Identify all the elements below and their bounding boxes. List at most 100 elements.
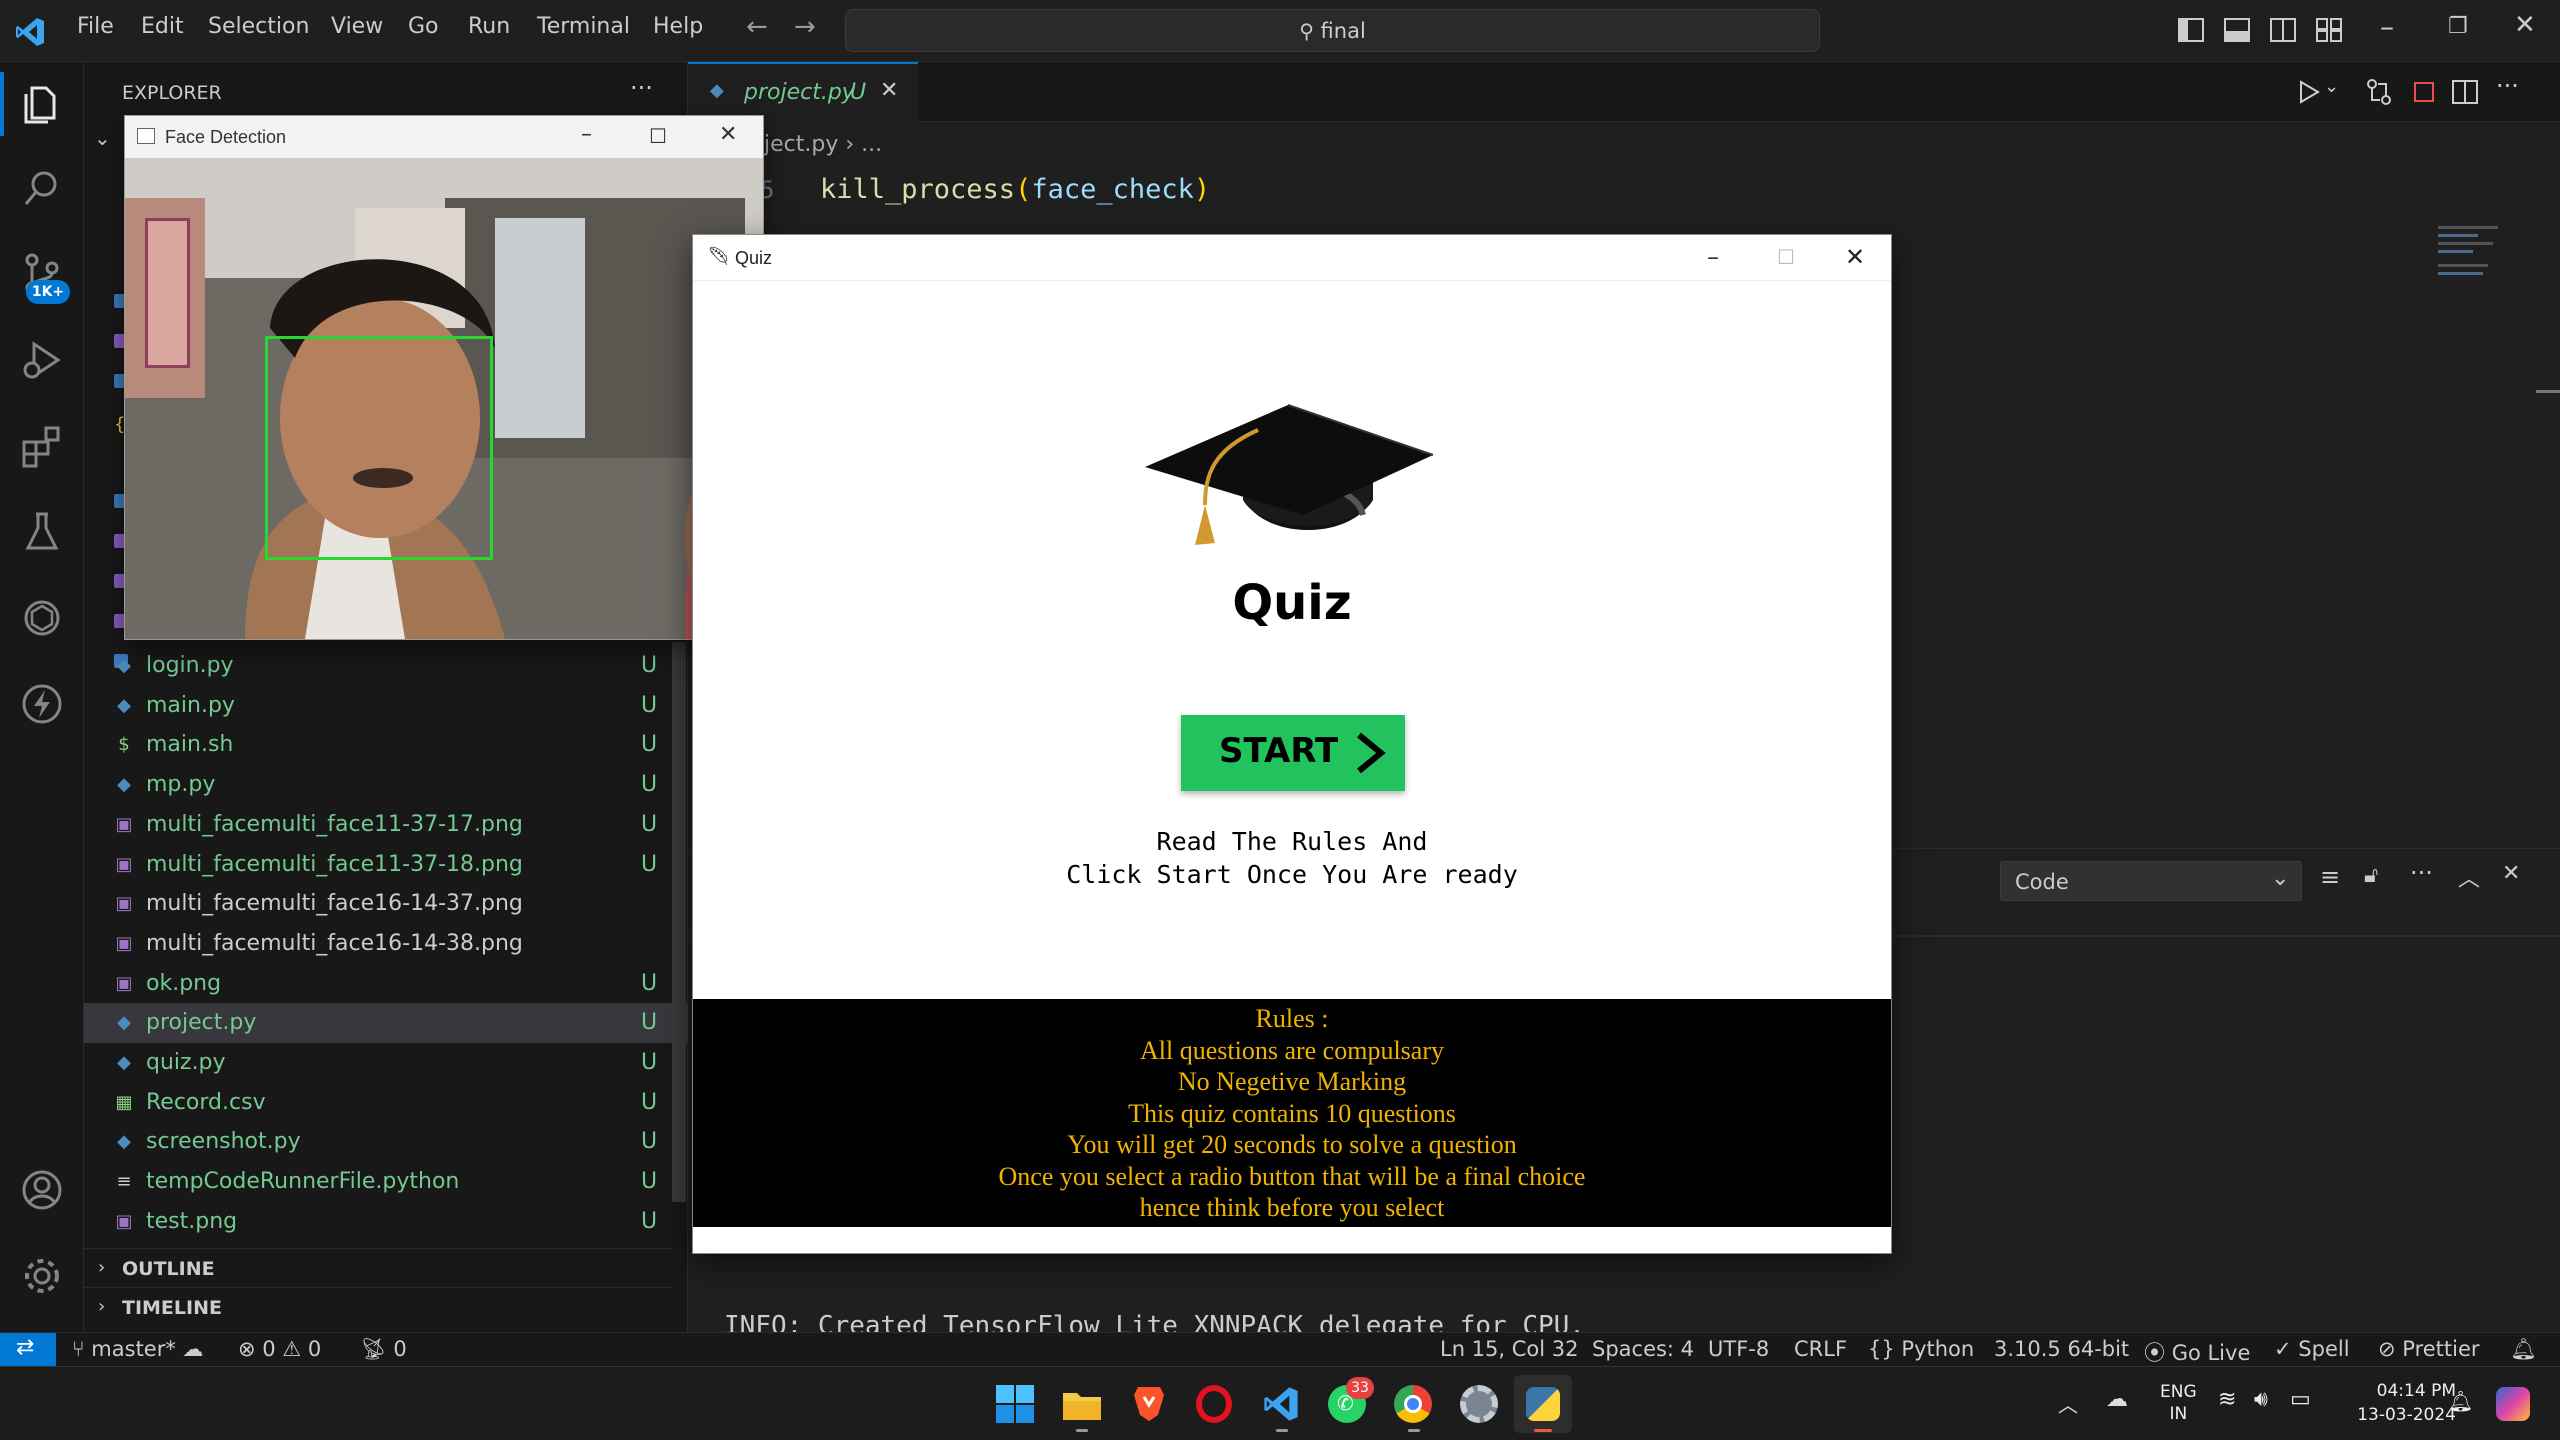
- minimize-icon[interactable]: –: [2380, 10, 2394, 43]
- quiz-window-titlebar[interactable]: 🪶︎ Quiz – ☐ ✕: [693, 235, 1891, 281]
- notification-bell-icon[interactable]: 🔔︎: [2448, 1389, 2473, 1413]
- customize-layout-icon[interactable]: [2316, 18, 2342, 42]
- accounts-icon[interactable]: [20, 1168, 64, 1212]
- wifi-icon[interactable]: ≋: [2218, 1387, 2236, 1412]
- close-icon[interactable]: ✕: [1845, 243, 1865, 271]
- vscode-taskbar-icon[interactable]: [1262, 1385, 1300, 1423]
- start-button[interactable]: START: [1181, 715, 1405, 791]
- forward-arrow-icon[interactable]: →: [794, 12, 816, 42]
- minimize-icon[interactable]: –: [1707, 243, 1719, 271]
- windows-start-icon[interactable]: [996, 1385, 1034, 1423]
- python-app-active[interactable]: [1514, 1375, 1572, 1433]
- battery-icon[interactable]: ▭: [2290, 1387, 2311, 1412]
- panel-more-icon[interactable]: ···: [2410, 859, 2433, 887]
- maximize-panel-icon[interactable]: ︿: [2458, 861, 2480, 893]
- toggle-primary-sidebar-icon[interactable]: [2178, 18, 2204, 42]
- menu-selection[interactable]: Selection: [208, 14, 309, 39]
- chevron-down-icon[interactable]: ⌄: [94, 126, 111, 150]
- tab-project-py[interactable]: ◆ project.py U ✕: [688, 62, 918, 122]
- minimap[interactable]: [2428, 168, 2528, 288]
- restore-icon[interactable]: ❐: [2448, 14, 2468, 39]
- editor-more-icon[interactable]: ···: [2496, 72, 2519, 100]
- file-item[interactable]: ◆ project.py U: [84, 1003, 688, 1044]
- go-live-item[interactable]: ⦿ Go Live: [2144, 1337, 2250, 1367]
- language-indicator[interactable]: ENG IN: [2160, 1381, 2197, 1425]
- maximize-icon[interactable]: ☐: [649, 124, 667, 148]
- remote-indicator[interactable]: ⇄: [0, 1333, 56, 1367]
- face-window-titlebar[interactable]: Face Detection – ☐ ✕: [125, 116, 763, 158]
- outline-section[interactable]: › OUTLINE: [84, 1248, 672, 1286]
- file-explorer-icon[interactable]: [1062, 1387, 1102, 1421]
- lightning-icon[interactable]: [20, 682, 64, 726]
- split-editor-icon[interactable]: [2452, 80, 2478, 104]
- file-item[interactable]: ▣ test.png U: [84, 1202, 688, 1242]
- menu-go[interactable]: Go: [408, 14, 439, 39]
- close-icon[interactable]: ✕: [2514, 10, 2536, 40]
- timeline-section[interactable]: › TIMELINE: [84, 1287, 672, 1327]
- testing-flask-icon[interactable]: [20, 510, 64, 554]
- search-view-icon[interactable]: [20, 166, 64, 210]
- run-debug-icon[interactable]: [20, 338, 64, 382]
- file-item[interactable]: ◆ mp.py U: [84, 765, 688, 805]
- clear-output-icon[interactable]: ≡: [2320, 863, 2340, 891]
- file-item[interactable]: ◆ main.py U: [84, 686, 688, 726]
- tab-close-icon[interactable]: ✕: [880, 78, 898, 103]
- copilot-icon[interactable]: [2496, 1387, 2530, 1421]
- minimize-icon[interactable]: –: [581, 122, 592, 147]
- chevron-up-icon[interactable]: ︿: [2058, 1389, 2078, 1418]
- file-item[interactable]: $ main.sh U: [84, 725, 688, 765]
- file-item[interactable]: ▦ Record.csv U: [84, 1083, 688, 1123]
- clock[interactable]: 04:14 PM 13-03-2024: [2336, 1379, 2456, 1427]
- file-item[interactable]: ◆ quiz.py U: [84, 1043, 688, 1083]
- file-item[interactable]: ▣ multi_facemulti_face11-37-18.png U: [84, 845, 688, 885]
- explorer-icon[interactable]: [20, 82, 64, 126]
- file-item[interactable]: ▣ multi_facemulti_face16-14-37.png: [84, 884, 688, 924]
- openai-chat-icon[interactable]: [20, 596, 64, 640]
- spell-item[interactable]: ✓ Spell: [2274, 1337, 2350, 1361]
- file-item[interactable]: ▣ multi_facemulti_face16-14-38.png: [84, 924, 688, 964]
- file-item[interactable]: ▣ ok.png U: [84, 964, 688, 1004]
- settings-gear-icon[interactable]: [20, 1254, 64, 1298]
- ports-item[interactable]: 📡︎ 0: [360, 1337, 407, 1362]
- close-icon[interactable]: ✕: [719, 122, 737, 147]
- close-panel-icon[interactable]: ✕: [2502, 861, 2520, 886]
- problems-item[interactable]: ⊗ 0 ⚠ 0: [238, 1337, 321, 1361]
- output-channel-dropdown[interactable]: Code ⌄: [2000, 861, 2302, 901]
- branch-item[interactable]: ⑂ master* ☁: [72, 1337, 204, 1361]
- explorer-more-icon[interactable]: ···: [630, 74, 653, 102]
- toggle-panel-icon[interactable]: [2224, 18, 2250, 42]
- language-mode[interactable]: {} Python: [1868, 1337, 1974, 1361]
- stop-icon[interactable]: [2414, 82, 2434, 102]
- menu-run[interactable]: Run: [468, 14, 510, 39]
- menu-view[interactable]: View: [331, 14, 383, 39]
- menu-file[interactable]: File: [77, 14, 114, 39]
- file-item[interactable]: ▣ multi_facemulti_face11-37-17.png U: [84, 805, 688, 845]
- back-arrow-icon[interactable]: ←: [746, 12, 768, 42]
- file-item[interactable]: ◆ login.py U: [84, 646, 688, 686]
- run-dropdown-icon[interactable]: ⌄: [2324, 76, 2339, 97]
- maximize-icon[interactable]: ☐: [1777, 245, 1795, 269]
- scrollbar-thumb[interactable]: [672, 642, 686, 1202]
- toggle-secondary-sidebar-icon[interactable]: [2270, 18, 2296, 42]
- settings-app-icon[interactable]: [1460, 1385, 1498, 1423]
- menu-terminal[interactable]: Terminal: [537, 14, 630, 39]
- menu-edit[interactable]: Edit: [141, 14, 184, 39]
- encoding[interactable]: UTF-8: [1708, 1337, 1769, 1361]
- breadcrumb-symbol[interactable]: ...: [861, 132, 882, 157]
- run-icon[interactable]: [2298, 80, 2320, 104]
- file-item[interactable]: ◆ screenshot.py U: [84, 1122, 688, 1162]
- file-item[interactable]: ≡ tempCodeRunnerFile.python U: [84, 1162, 688, 1202]
- menu-help[interactable]: Help: [653, 14, 703, 39]
- command-center-search[interactable]: ⚲ final: [845, 9, 1820, 52]
- chrome-icon[interactable]: [1394, 1385, 1432, 1423]
- python-version[interactable]: 3.10.5 64-bit: [1994, 1337, 2129, 1361]
- lock-icon[interactable]: 🔓︎: [2364, 863, 2378, 888]
- volume-icon[interactable]: 🔊︎: [2254, 1387, 2268, 1412]
- compare-changes-icon[interactable]: [2366, 78, 2392, 106]
- notifications-icon[interactable]: 🔔︎: [2510, 1337, 2537, 1362]
- prettier-item[interactable]: ⊘ Prettier: [2378, 1337, 2480, 1361]
- onedrive-icon[interactable]: ☁: [2106, 1387, 2128, 1412]
- cursor-position[interactable]: Ln 15, Col 32: [1440, 1337, 1579, 1361]
- extensions-icon[interactable]: [20, 424, 64, 468]
- brave-browser-icon[interactable]: [1132, 1385, 1166, 1423]
